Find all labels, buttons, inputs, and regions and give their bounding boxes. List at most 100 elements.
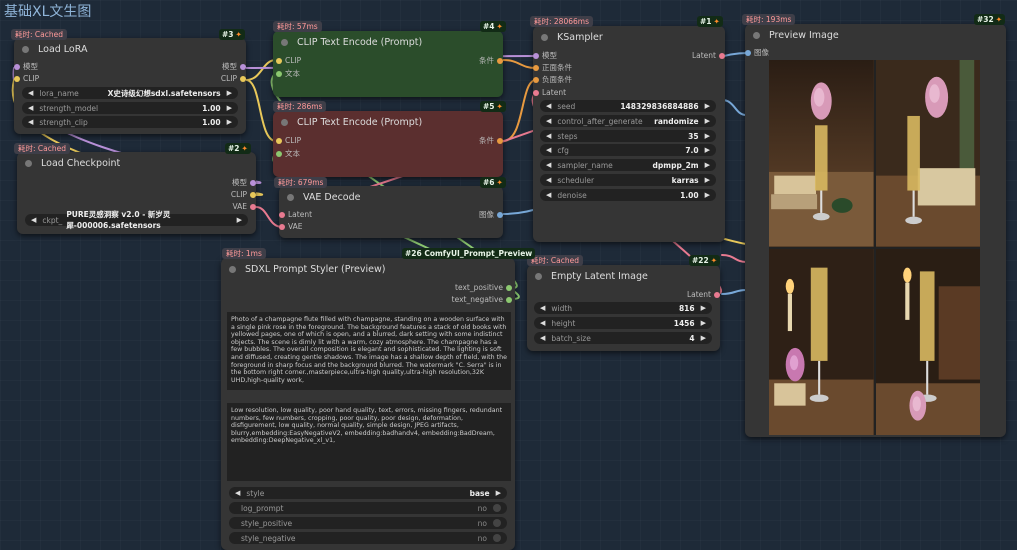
right-arrow-icon: ▶	[236, 216, 242, 224]
node-header[interactable]: Empty Latent Image	[527, 265, 720, 287]
output-latent[interactable]: Latent	[692, 51, 725, 61]
fox-icon: ✦	[241, 144, 248, 153]
preview-image-grid[interactable]	[769, 60, 980, 435]
node-header[interactable]: KSampler	[533, 26, 725, 48]
node-title: KSampler	[557, 31, 603, 43]
negative-prompt-textarea[interactable]: Low resolution, low quality, poor hand q…	[227, 403, 511, 481]
node-header[interactable]: CLIP Text Encode (Prompt)	[273, 111, 503, 133]
clip-neg-badge: #5 ✦	[480, 101, 506, 112]
input-clip[interactable]: CLIP	[14, 74, 39, 84]
node-header[interactable]: Load LoRA	[14, 38, 246, 60]
right-arrow-icon: ▶	[704, 132, 710, 140]
right-arrow-icon: ▶	[226, 104, 232, 112]
output-clip[interactable]: CLIP	[231, 190, 256, 200]
ckpt-name-widget[interactable]: ◀ ckpt_ PURE灵感洞察 v2.0 - 新岁灵犀-000006.safete…	[25, 210, 248, 230]
input-image[interactable]: 图像	[745, 48, 769, 58]
input-clip[interactable]: CLIP	[276, 136, 301, 146]
left-arrow-icon: ◀	[31, 216, 37, 224]
vae-decode-node[interactable]: VAE Decode Latent VAE 图像	[279, 186, 503, 238]
input-latent[interactable]: Latent	[533, 88, 566, 98]
workflow-title: 基础XL文生图	[4, 4, 92, 20]
preview-image-2[interactable]	[875, 60, 980, 247]
input-text[interactable]: 文本	[276, 69, 300, 79]
scheduler-widget[interactable]: ◀ scheduler karras ▶	[540, 174, 716, 186]
style-positive-toggle[interactable]: style_positive no	[229, 517, 507, 529]
control-after-generate-widget[interactable]: ◀ control_after_generate randomize ▶	[540, 115, 716, 127]
left-arrow-icon: ◀	[546, 102, 552, 110]
collapse-dot-icon[interactable]	[281, 118, 288, 126]
output-model[interactable]: 模型	[222, 62, 246, 72]
toggle-knob-icon	[493, 504, 501, 512]
collapse-dot-icon[interactable]	[25, 159, 32, 167]
output-image[interactable]: 图像	[479, 210, 503, 220]
node-header[interactable]: VAE Decode	[279, 186, 503, 208]
batch-size-widget[interactable]: ◀ batch_size 4 ▶	[534, 332, 712, 344]
left-arrow-icon: ◀	[540, 304, 546, 312]
output-latent[interactable]: Latent	[687, 290, 720, 300]
output-text-positive[interactable]: text_positive	[455, 283, 512, 293]
collapse-dot-icon[interactable]	[229, 265, 236, 273]
input-model[interactable]: 模型	[533, 51, 557, 61]
fox-icon: ✦	[496, 102, 503, 111]
log-prompt-toggle[interactable]: log_prompt no	[229, 502, 507, 514]
output-conditioning[interactable]: 条件	[479, 56, 503, 66]
preview-image-1[interactable]	[769, 60, 874, 247]
seed-widget[interactable]: ◀ seed 148329836884886 ▶	[540, 100, 716, 112]
node-header[interactable]: CLIP Text Encode (Prompt)	[273, 31, 503, 53]
right-arrow-icon: ▶	[704, 191, 710, 199]
positive-prompt-textarea[interactable]: Photo of a champagne flute filled with c…	[227, 312, 511, 390]
node-header[interactable]: Load Checkpoint	[17, 152, 256, 174]
preview-image-3[interactable]	[769, 248, 874, 435]
input-clip[interactable]: CLIP	[276, 56, 301, 66]
input-text[interactable]: 文本	[276, 149, 300, 159]
collapse-dot-icon[interactable]	[22, 45, 29, 53]
height-widget[interactable]: ◀ height 1456 ▶	[534, 317, 712, 329]
steps-widget[interactable]: ◀ steps 35 ▶	[540, 130, 716, 142]
input-vae[interactable]: VAE	[279, 222, 303, 232]
collapse-dot-icon[interactable]	[287, 193, 294, 201]
ksampler-node[interactable]: KSampler 模型 正面条件 负面条件 Latent Latent ◀ see…	[533, 26, 725, 242]
wire-extra-3	[721, 289, 747, 295]
style-widget[interactable]: ◀ style base ▶	[229, 487, 507, 499]
clip-text-encode-negative-node[interactable]: CLIP Text Encode (Prompt) CLIP 文本 条件	[273, 111, 503, 177]
width-widget[interactable]: ◀ width 816 ▶	[534, 302, 712, 314]
empty-latent-image-node[interactable]: Empty Latent Image Latent ◀ width 816 ▶ ◀ he…	[527, 265, 720, 351]
load-checkpoint-node[interactable]: Load Checkpoint 模型 CLIP VAE ◀ ckpt_ PURE灵感…	[17, 152, 256, 234]
lora-name-widget[interactable]: ◀ lora_name X史诗级幻想sdxl.safetensors ▶	[22, 87, 238, 99]
collapse-dot-icon[interactable]	[541, 33, 548, 41]
wire-pos-cond	[502, 59, 537, 69]
node-title: CLIP Text Encode (Prompt)	[297, 116, 423, 128]
output-vae[interactable]: VAE	[232, 202, 256, 212]
clip-text-encode-positive-node[interactable]: CLIP Text Encode (Prompt) CLIP 文本 条件	[273, 31, 503, 97]
load-lora-node[interactable]: Load LoRA 模型 CLIP 模型 CLIP ◀ lora_name X史诗级…	[14, 38, 246, 134]
sdxl-prompt-styler-node[interactable]: SDXL Prompt Styler (Preview) text_positi…	[221, 258, 515, 550]
collapse-dot-icon[interactable]	[535, 272, 542, 280]
left-arrow-icon: ◀	[540, 334, 546, 342]
preview-image-4[interactable]	[875, 248, 980, 435]
input-model[interactable]: 模型	[14, 62, 38, 72]
node-title: SDXL Prompt Styler (Preview)	[245, 263, 386, 275]
collapse-dot-icon[interactable]	[281, 38, 288, 46]
output-text-negative[interactable]: text_negative	[452, 295, 512, 305]
input-positive[interactable]: 正面条件	[533, 63, 572, 73]
sampler-name-widget[interactable]: ◀ sampler_name dpmpp_2m ▶	[540, 159, 716, 171]
ckpt-badge: #2 ✦	[225, 143, 251, 154]
toggle-knob-icon	[493, 519, 501, 527]
strength-clip-widget[interactable]: ◀ strength_clip 1.00 ▶	[22, 116, 238, 128]
output-clip[interactable]: CLIP	[221, 74, 246, 84]
input-negative[interactable]: 负面条件	[533, 75, 572, 85]
cfg-widget[interactable]: ◀ cfg 7.0 ▶	[540, 144, 716, 156]
vae-badge: #6 ✦	[480, 177, 506, 188]
left-arrow-icon: ◀	[546, 146, 552, 154]
node-header[interactable]: SDXL Prompt Styler (Preview)	[221, 258, 515, 280]
style-negative-toggle[interactable]: style_negative no	[229, 532, 507, 544]
preview-timing: 耗时: 193ms	[742, 14, 796, 25]
ksampler-badge: #1 ✦	[697, 16, 723, 27]
output-model[interactable]: 模型	[232, 178, 256, 188]
denoise-widget[interactable]: ◀ denoise 1.00 ▶	[540, 189, 716, 201]
output-conditioning[interactable]: 条件	[479, 136, 503, 146]
strength-model-widget[interactable]: ◀ strength_model 1.00 ▶	[22, 102, 238, 114]
collapse-dot-icon[interactable]	[753, 31, 760, 39]
node-header[interactable]: Preview Image	[745, 24, 1006, 46]
input-latent[interactable]: Latent	[279, 210, 312, 220]
